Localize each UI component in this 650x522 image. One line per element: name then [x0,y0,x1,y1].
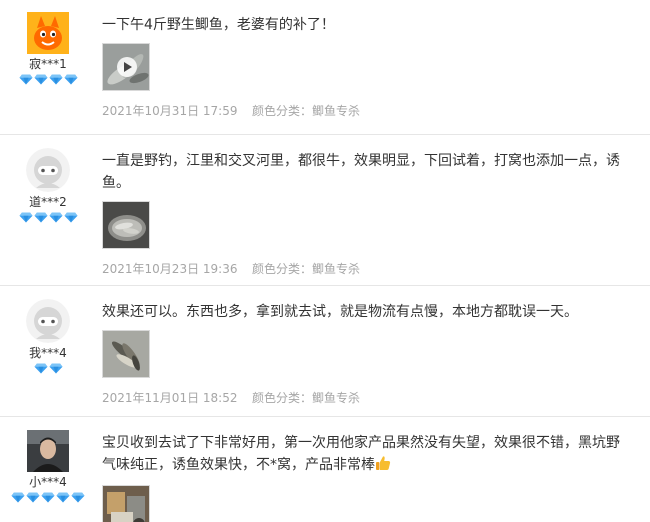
diamond-icon [64,74,78,85]
review-text-line: 气味纯正，诱鱼效果快，不*窝，产品非常棒 [102,454,650,478]
reviewer-name: 寂***1 [29,57,67,71]
review-content: 一下午4斤野生鲫鱼，老婆有的补了！ 2021年10月31日 17:59 颜色分类：… [102,14,650,119]
reviewer-info: 寂***1 [0,12,96,85]
reviewer-level [0,74,96,85]
reviewer-level [0,492,96,503]
reviewer-name: 道***2 [29,195,67,209]
diamond-icon [34,363,48,374]
review-date: 2021年11月01日 18:52 [102,391,238,405]
diamond-icon [41,492,55,503]
review-text: 效果还可以。东西也多，拿到就去试，就是物流有点慢，本地方都耽误一天。 [102,304,578,320]
diamond-icon [71,492,85,503]
reviewer-level [0,363,96,374]
reviewer-name: 我***4 [29,346,67,360]
review-item: 寂***1 一下午4斤野生鲫鱼，老婆有的补了！ 2021年10月31日 17:5… [0,0,650,135]
diamond-icon [64,212,78,223]
reviewer-info: 道***2 [0,148,96,223]
review-photo-thumbnail[interactable] [102,201,150,249]
diamond-icon [34,212,48,223]
review-text-line: 宝贝收到去试了下非常好用，第一次用他家产品果然没有失望，效果很不错，黑坑野 [102,435,620,451]
review-text-fragment: 气味纯正，诱鱼效果快，不*窝，产品非常棒 [102,457,375,473]
avatar[interactable] [27,12,69,54]
review-text: 一下午4斤野生鲫鱼，老婆有的补了！ [102,17,335,33]
diamond-icon [26,492,40,503]
review-sku: 颜色分类：鲫鱼专杀 [252,104,361,118]
reviewer-info: 小***4 [0,430,96,503]
avatar[interactable] [26,299,70,343]
review-photo-thumbnail[interactable] [102,330,150,378]
review-photo-thumbnail[interactable] [102,485,150,522]
diamond-icon [49,74,63,85]
reviewer-info: 我***4 [0,299,96,374]
diamond-icon [34,74,48,85]
review-content: 效果还可以。东西也多，拿到就去试，就是物流有点慢，本地方都耽误一天。 2021年… [102,301,650,406]
review-item: 我***4 效果还可以。东西也多，拿到就去试，就是物流有点慢，本地方都耽误一天。… [0,287,650,417]
diamond-icon [49,363,63,374]
reviewer-name: 小***4 [29,475,67,489]
review-meta: 2021年10月23日 19:36 颜色分类：鲫鱼专杀 [102,261,650,277]
review-item: 道***2 一直是野钓，江里和交叉河里，都很牛，效果明显，下回试着，打窝也添加一… [0,136,650,286]
diamond-icon [19,74,33,85]
review-video-thumbnail[interactable] [102,43,150,91]
review-item: 小***4 宝贝收到去试了下非常好用，第一次用他家产品果然没有失望，效果很不错，… [0,418,650,522]
avatar[interactable] [26,148,70,192]
review-date: 2021年10月31日 17:59 [102,104,238,118]
review-content: 宝贝收到去试了下非常好用，第一次用他家产品果然没有失望，效果很不错，黑坑野 气味… [102,432,650,522]
play-icon [117,57,137,77]
review-meta: 2021年10月31日 17:59 颜色分类：鲫鱼专杀 [102,103,650,119]
thumbs-up-emoji [375,455,391,478]
review-list: 寂***1 一下午4斤野生鲫鱼，老婆有的补了！ 2021年10月31日 17:5… [0,0,650,522]
review-content: 一直是野钓，江里和交叉河里，都很牛，效果明显，下回试着，打窝也添加一点，诱 鱼。… [102,150,650,277]
review-text-line: 鱼。 [102,175,130,191]
diamond-icon [11,492,25,503]
review-sku: 颜色分类：鲫鱼专杀 [252,262,361,276]
diamond-icon [56,492,70,503]
review-sku: 颜色分类：鲫鱼专杀 [252,391,361,405]
avatar[interactable] [27,430,69,472]
review-date: 2021年10月23日 19:36 [102,262,238,276]
review-meta: 2021年11月01日 18:52 颜色分类：鲫鱼专杀 [102,390,650,406]
diamond-icon [19,212,33,223]
review-text-line: 一直是野钓，江里和交叉河里，都很牛，效果明显，下回试着，打窝也添加一点，诱 [102,153,620,169]
reviewer-level [0,212,96,223]
diamond-icon [49,212,63,223]
